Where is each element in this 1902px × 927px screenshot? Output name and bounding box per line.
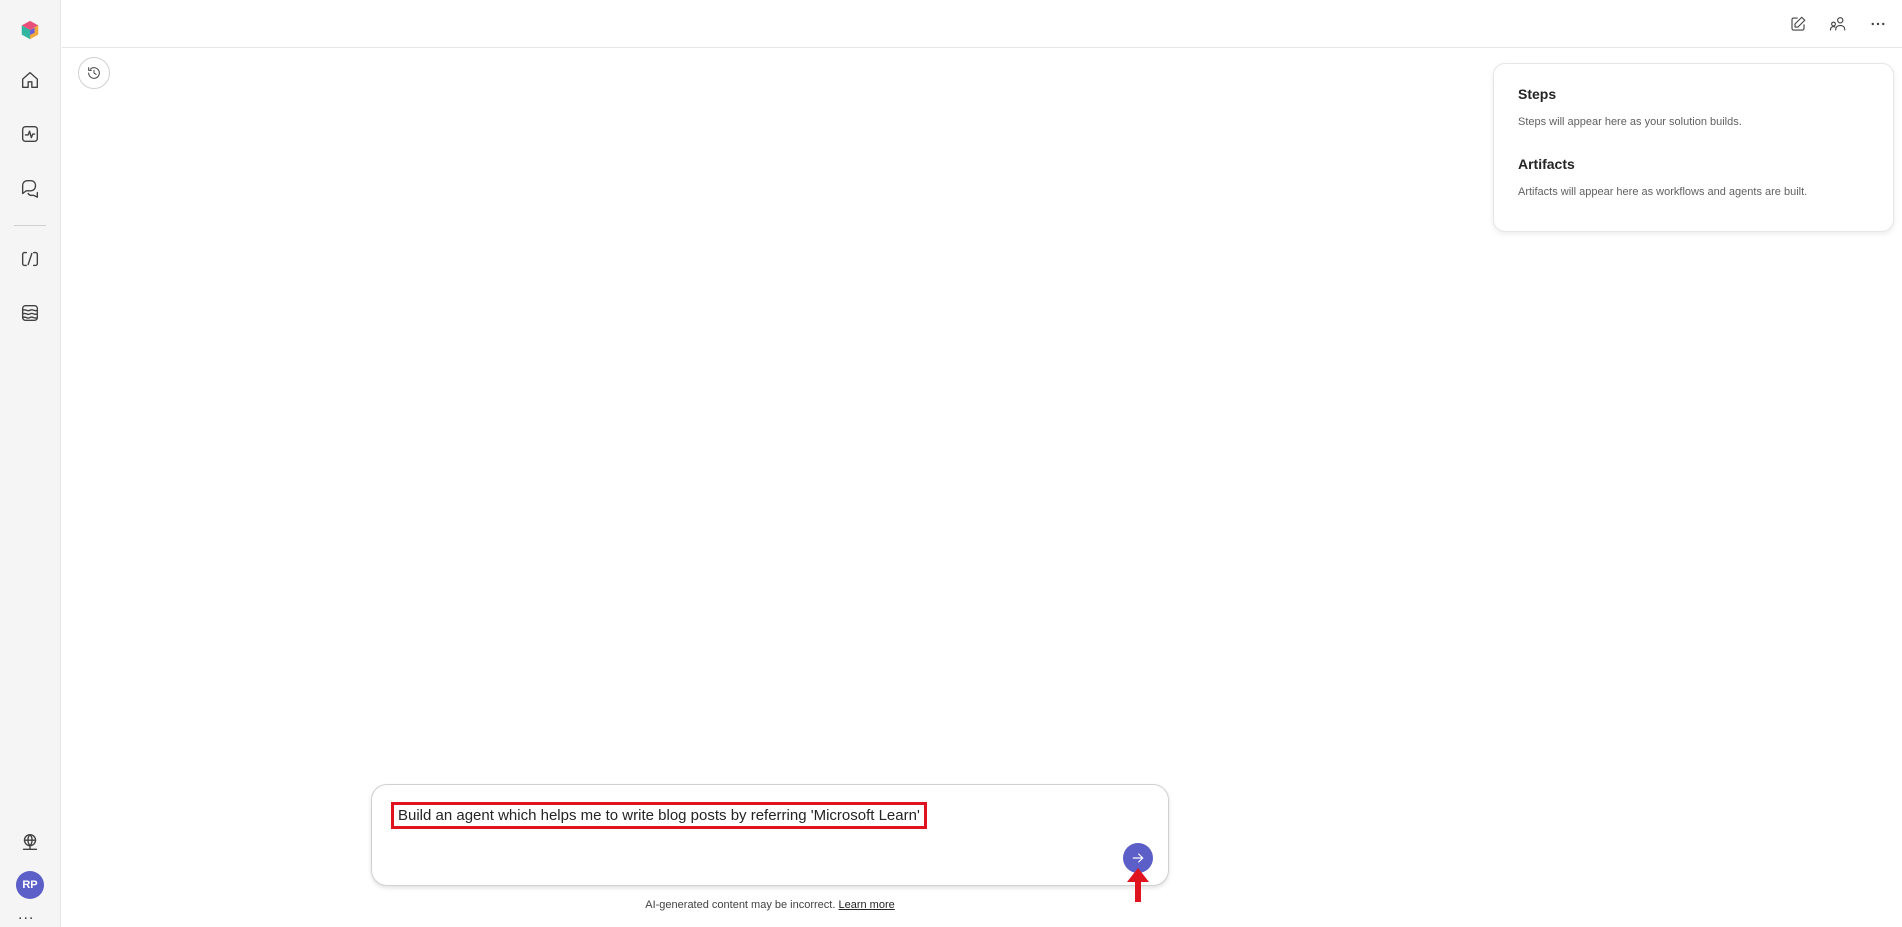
artifacts-text: Artifacts will appear here as workflows … [1518, 186, 1808, 198]
home-icon[interactable] [10, 60, 50, 100]
data-icon[interactable] [10, 293, 50, 333]
steps-artifacts-panel: Steps Steps will appear here as your sol… [1493, 63, 1894, 232]
chat-icon[interactable] [10, 168, 50, 208]
history-icon [88, 67, 100, 79]
activity-icon[interactable] [10, 114, 50, 154]
left-rail: RP ... [0, 0, 61, 927]
rail-divider [14, 225, 46, 226]
arrow-right-icon [1132, 853, 1144, 863]
prompt-input[interactable]: Build an agent which helps me to write b… [391, 802, 927, 829]
prompt-composer[interactable]: Build an agent which helps me to write b… [371, 784, 1169, 886]
share-people-icon[interactable] [1824, 10, 1852, 38]
annotation-arrow-icon [1127, 868, 1149, 902]
disclaimer-text: AI-generated content may be incorrect. [645, 899, 836, 911]
globe-network-icon[interactable] [10, 822, 50, 862]
learn-more-link[interactable]: Learn more [838, 899, 894, 911]
top-bar [62, 0, 1902, 48]
code-icon[interactable] [10, 239, 50, 279]
more-icon[interactable]: ... [18, 907, 34, 923]
ai-disclaimer: AI-generated content may be incorrect. L… [0, 899, 1540, 911]
steps-text: Steps will appear here as your solution … [1518, 116, 1742, 128]
avatar[interactable]: RP [16, 871, 44, 899]
steps-title: Steps [1518, 86, 1557, 102]
artifacts-title: Artifacts [1518, 156, 1575, 172]
new-chat-icon[interactable] [1784, 10, 1812, 38]
more-options-icon[interactable] [1864, 10, 1892, 38]
history-button[interactable] [78, 57, 110, 89]
app-logo-icon[interactable] [10, 10, 50, 50]
